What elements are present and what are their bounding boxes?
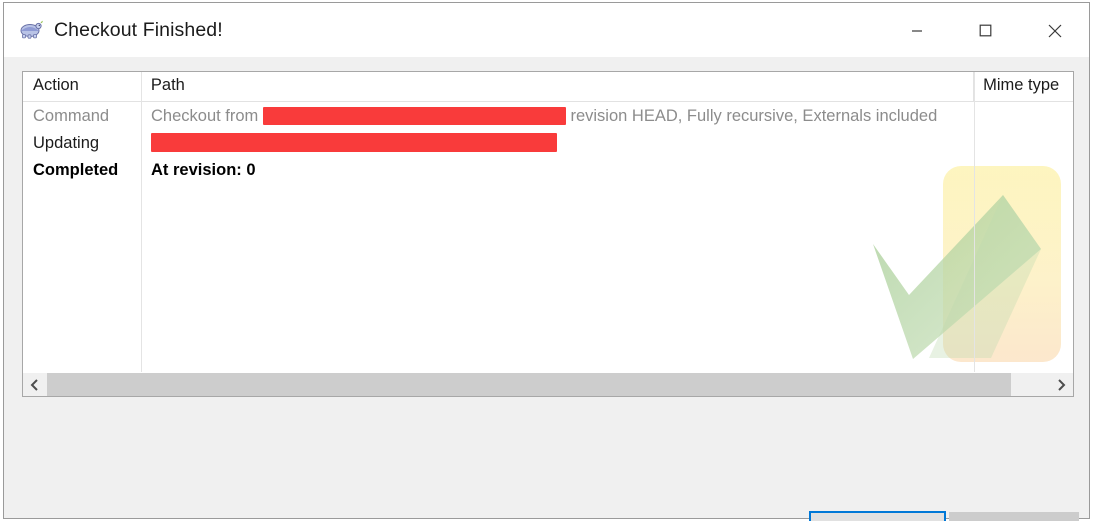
redaction-bar [151,133,557,153]
tortoise-svn-icon [18,18,44,42]
scroll-right-button[interactable] [1049,373,1073,396]
column-header-action-label: Action [33,76,79,94]
column-header-action[interactable]: Action [23,72,141,101]
scrollbar-thumb[interactable] [47,373,1011,396]
cancel-button[interactable]: Cancel [949,512,1079,521]
redaction-bar [262,106,566,125]
list-header: Action Path Mime type [23,72,1073,102]
row-path: At revision: 0 [151,161,256,179]
log-list-inner: Action Path Mime type Command Checkout f… [23,72,1073,372]
log-list-view[interactable]: Action Path Mime type Command Checkout f… [22,71,1074,397]
scroll-left-button[interactable] [23,373,47,396]
table-row[interactable]: Command Checkout from revision HEAD, Ful… [23,103,1073,130]
row-action: Completed [33,161,119,179]
row-action: Command [33,107,110,125]
minimize-button[interactable] [882,3,951,58]
ok-button[interactable]: OK [809,511,946,521]
close-button[interactable] [1020,3,1089,58]
title-bar: Checkout Finished! [4,2,1089,57]
column-header-path[interactable]: Path [140,72,973,101]
column-header-mime-label: Mime type [983,76,1060,94]
row-path-suffix: revision HEAD, Fully recursive, External… [565,107,938,125]
scrollbar-track[interactable] [47,373,1049,396]
dialog-window: Checkout Finished! Action Path Mime type… [3,2,1090,521]
horizontal-scrollbar[interactable] [23,372,1073,396]
dialog-body: Action Path Mime type Command Checkout f… [4,57,1089,521]
minimize-icon [911,29,922,32]
column-header-mime[interactable]: Mime type [973,72,1073,101]
row-path [141,133,1073,153]
window-title: Checkout Finished! [54,18,223,41]
maximize-icon [979,24,992,37]
chevron-left-icon [30,378,38,391]
table-row[interactable]: Updating [23,130,1073,157]
column-header-path-label: Path [150,76,185,94]
maximize-button[interactable] [951,3,1020,58]
row-path: Checkout from revision HEAD, Fully recur… [141,106,1073,126]
table-row[interactable]: Completed At revision: 0 [23,157,1073,184]
chevron-right-icon [1058,378,1066,391]
list-rows: Command Checkout from revision HEAD, Ful… [23,103,1073,372]
close-icon [1048,24,1061,37]
screen-root: Checkout Finished! Action Path Mime type… [0,0,1093,521]
window-controls [882,3,1089,58]
row-path-prefix: Checkout from [151,107,263,125]
row-action: Updating [33,134,100,152]
